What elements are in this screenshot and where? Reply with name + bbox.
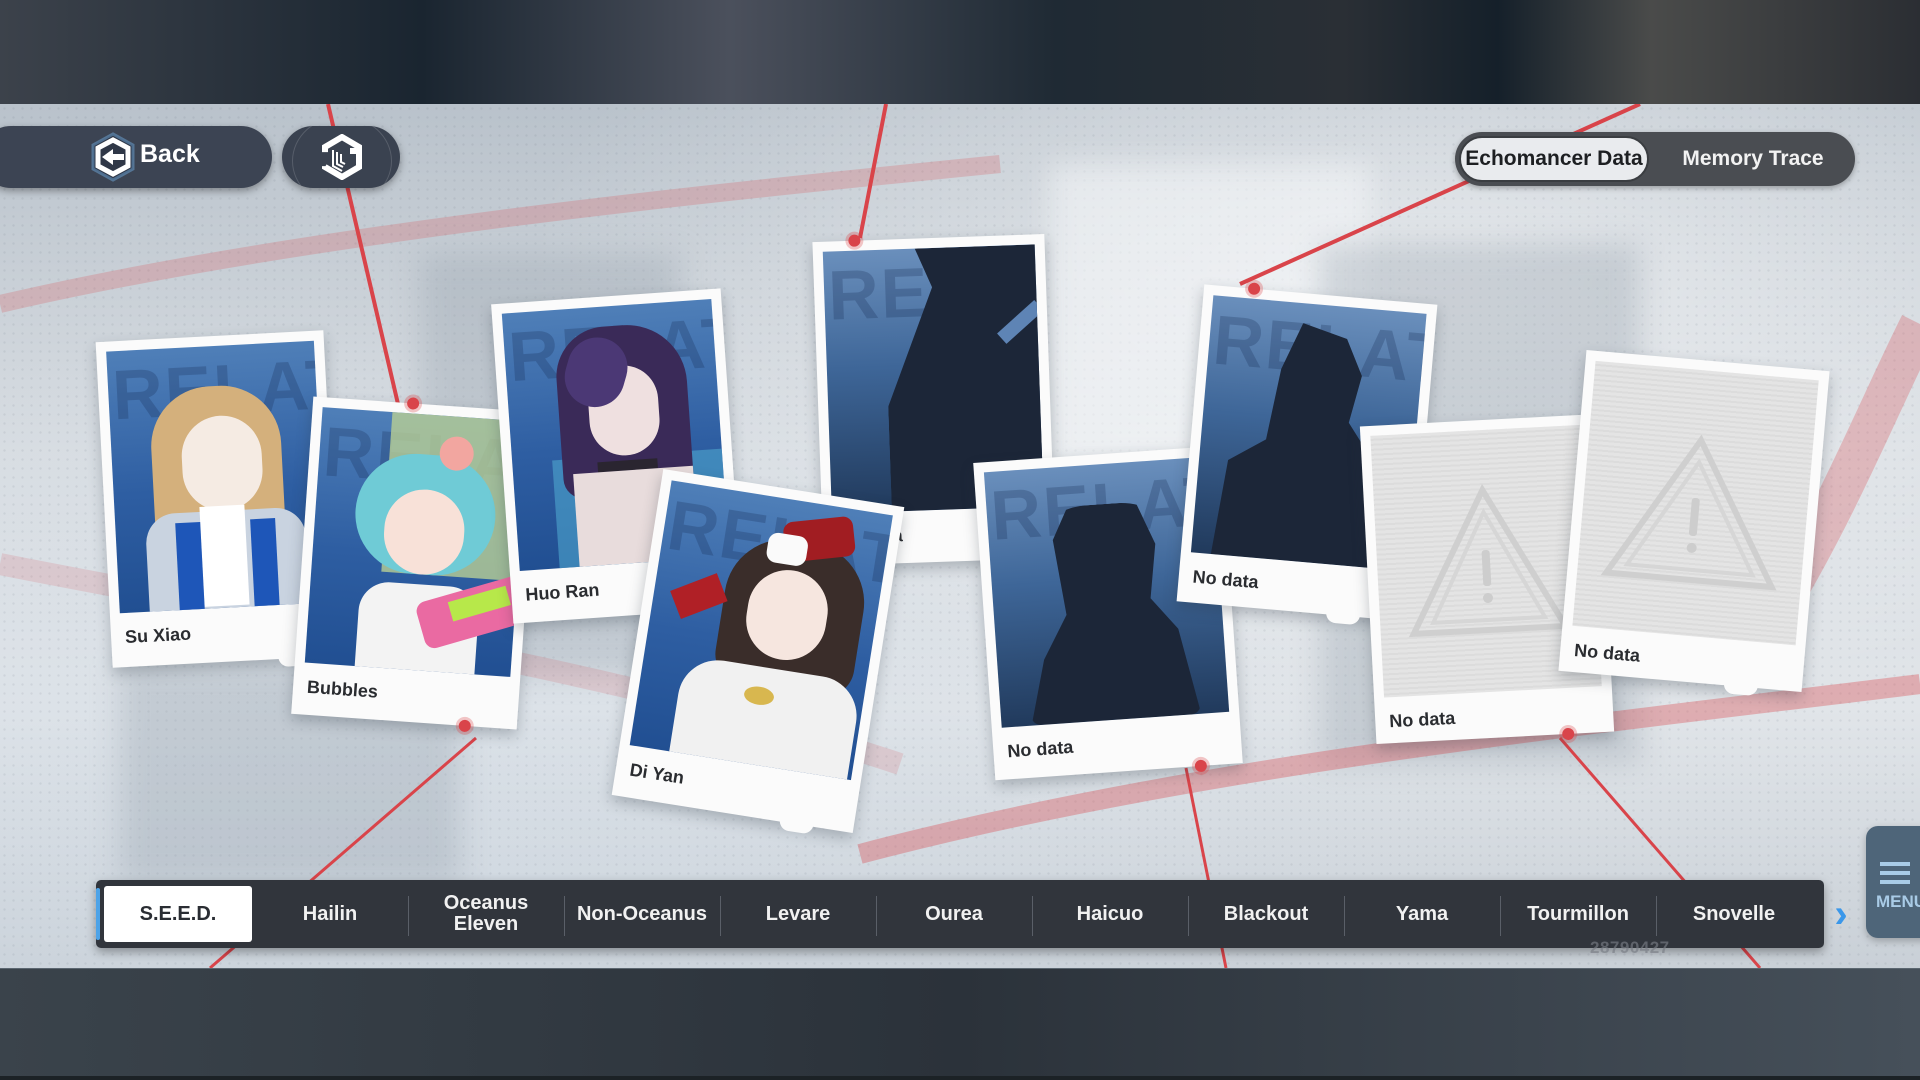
faction-tab-tourmillon[interactable]: Tourmillon [1500,886,1656,942]
character-portrait: RELATIO [106,340,328,614]
faction-tab-snovelle[interactable]: Snovelle [1656,886,1812,942]
pin-icon [1247,282,1261,296]
character-card-di-yan[interactable]: RELATIO Di Yan [611,468,905,835]
faction-tab-yama[interactable]: Yama [1344,886,1500,942]
archive-button[interactable] [282,126,400,188]
string-line [1239,104,1641,286]
data-mode-toggle: Echomancer Data Memory Trace [1455,132,1855,186]
tab-echomancer-data[interactable]: Echomancer Data [1459,136,1649,182]
character-portrait: RELATIO [304,407,529,677]
hamburger-icon [1880,862,1910,889]
faction-tab-ourea[interactable]: Ourea [876,886,1032,942]
relationship-board: RELATIO Su Xiao RELATIO [0,104,1920,968]
character-card-locked-2[interactable]: No data [1558,349,1830,697]
letterbox-bottom [0,968,1920,1080]
faction-tab-blackout[interactable]: Blackout [1188,886,1344,942]
warning-icon [1600,434,1777,591]
hex-archive-icon [322,134,362,180]
portrait-art [305,407,529,677]
chevron-right-icon[interactable]: › [1826,892,1856,936]
back-button[interactable]: Back [0,126,272,188]
pin-icon [406,397,420,410]
character-portrait: RELATIO [629,480,893,781]
faction-tab-oceanus-eleven[interactable]: Oceanus Eleven [408,886,564,942]
pin-icon [848,234,861,247]
faction-tab-levare[interactable]: Levare [720,886,876,942]
faction-tab-haicuo[interactable]: Haicuo [1032,886,1188,942]
hex-arrow-back-icon [91,132,135,182]
locked-portrait [1572,360,1819,646]
faction-tab-hailin[interactable]: Hailin [252,886,408,942]
faction-tab-bar: S.E.E.D. Hailin Oceanus Eleven Non-Ocean… [96,880,1824,948]
faction-tab-seed[interactable]: S.E.E.D. [104,886,252,942]
portrait-art [106,341,327,614]
tab-memory-trace[interactable]: Memory Trace [1655,136,1851,182]
faction-tab-non-oceanus[interactable]: Non-Oceanus [564,886,720,942]
back-label: Back [140,140,200,168]
menu-label: MENU [1876,892,1920,911]
portrait-art [630,480,893,781]
menu-button[interactable]: MENU [1866,826,1920,938]
player-uid: 28790427 [1590,938,1670,957]
letterbox-top [0,0,1920,104]
